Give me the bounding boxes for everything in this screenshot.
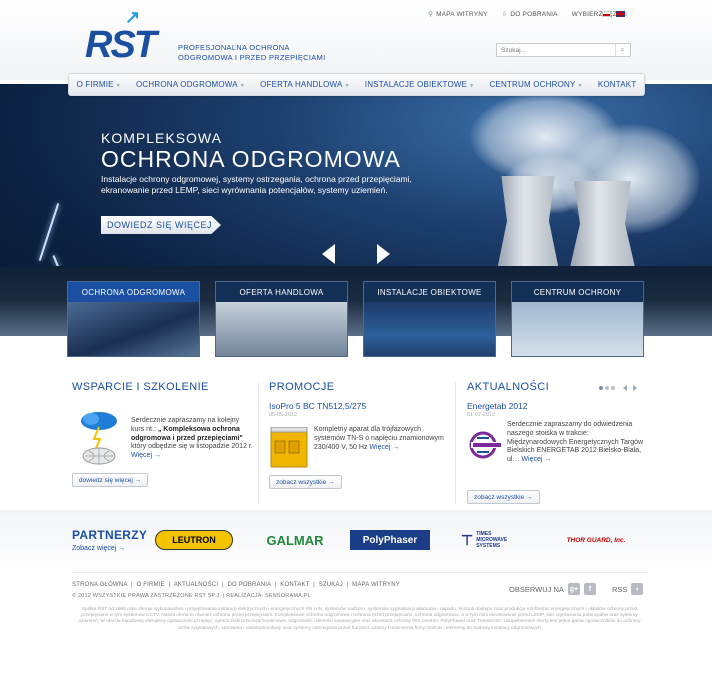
footer-link[interactable]: KONTAKT	[280, 582, 309, 588]
footer-link[interactable]: DO POBRANIA	[227, 582, 271, 588]
nav-item-ochrona-odgromowa[interactable]: OCHRONA ODGROMOWA ▼	[136, 80, 245, 89]
pager-dot[interactable]	[611, 386, 615, 390]
footer-link[interactable]: STRONA GŁÓWNA	[72, 582, 127, 588]
support-heading: WSPARCIE I SZKOLENIE	[72, 381, 209, 393]
partners-heading: PARTNERZY	[72, 528, 148, 542]
nav-item-oferta-handlowa[interactable]: OFERTA HANDLOWA ▼	[260, 80, 350, 89]
main-nav: O FIRMIE ▼ OCHRONA ODGROMOWA ▼ OFERTA HAND…	[68, 73, 645, 96]
google-plus-icon[interactable]: g+	[567, 583, 580, 595]
chevron-down-icon: ▼	[239, 83, 245, 89]
footer-divider	[72, 572, 647, 573]
nav-item-kontakt[interactable]: KONTAKT	[598, 80, 637, 89]
chevron-down-icon: ▼	[344, 83, 350, 89]
column-divider	[258, 382, 259, 504]
news-more-link[interactable]: Więcej →	[521, 456, 551, 463]
pager-dot[interactable]	[605, 386, 609, 390]
promo-section: PROMOCJE IsoPro 5 BC TN512,5/275 05-05-2…	[269, 381, 449, 489]
support-more-button[interactable]: dowiedz się więcej →	[72, 473, 149, 487]
chevron-down-icon: ▼	[577, 83, 583, 89]
language-flags	[602, 11, 625, 17]
rss-link[interactable]: RSS ◗	[612, 583, 644, 595]
lightning-bolt	[38, 203, 60, 261]
news-prev-icon[interactable]	[623, 385, 627, 391]
downloads-link[interactable]: ⇩ DO POBRANIA	[501, 10, 558, 19]
footer-links: STRONA GŁÓWNA | O FIRMIE | AKTUALNOŚCI |…	[72, 582, 400, 588]
promo-more-link[interactable]: Więcej →	[369, 444, 399, 451]
nav-item-instalacje-obiektowe[interactable]: INSTALACJE OBIEKTOWE ▼	[365, 80, 475, 89]
polish-flag-icon[interactable]	[602, 11, 611, 17]
surge-protector-icon	[270, 427, 308, 468]
footer-link[interactable]: O FIRMIE	[137, 582, 165, 588]
logo-arrow-icon: ↗	[125, 7, 141, 27]
slider-prev-icon[interactable]	[322, 244, 335, 264]
support-section: WSPARCIE I SZKOLENIE Serdecznie zaprasza…	[72, 381, 253, 493]
news-all-button[interactable]: zobacz wszystkie →	[467, 490, 540, 504]
partner-logo-times-microwave[interactable]: ⊤ TIMES MICROWAVE SYSTEMS	[461, 530, 533, 550]
download-icon: ⇩	[501, 11, 508, 18]
hero-subtitle: KOMPLEKSOWA	[101, 130, 222, 146]
promo-all-button[interactable]: zobacz wszystkie →	[269, 475, 342, 489]
copyright: © 2012 WSZYSTKIE PRAWA ZASTRZEŻONE RST S…	[72, 593, 311, 599]
storm-globe-icon	[81, 412, 117, 465]
chevron-down-icon: ▼	[469, 83, 475, 89]
sitemap-icon: ⚲	[428, 11, 434, 18]
partners-more-link[interactable]: Zobacz więcej →	[72, 545, 125, 552]
news-section: AKTUALNOŚCI Energetab 2012 01-07-2012 Se…	[467, 381, 647, 504]
utility-links: ⚲ MAPA WITRYNY ⇩ DO POBRANIA WYBIERZ JĘZYK…	[428, 10, 628, 19]
partner-logo-leutron[interactable]: LEUTRON	[155, 530, 233, 550]
footer-link[interactable]: AKTUALNOŚCI	[174, 582, 219, 588]
column-divider	[455, 382, 456, 504]
nav-item-o-firmie[interactable]: O FIRMIE ▼	[77, 80, 121, 89]
card-ochrona-odgromowa[interactable]: OCHRONA ODGROMOWA	[67, 281, 200, 357]
pager-dot[interactable]	[599, 386, 603, 390]
support-more-link[interactable]: Więcej →	[131, 452, 161, 459]
times-logo-icon: ⊤	[461, 532, 474, 548]
search-icon[interactable]: ⌕	[615, 44, 629, 56]
promo-title[interactable]: IsoPro 5 BC TN512,5/275	[269, 401, 449, 411]
logo[interactable]: RST	[85, 24, 157, 67]
search-box: ⌕	[496, 43, 631, 57]
tagline: PROFESJONALNA OCHRONA ODGROMOWA I PRZED …	[178, 43, 326, 62]
hero-title: OCHRONA ODGROMOWA	[101, 146, 401, 172]
promo-text: Kompletny aparat dla trójfazowych system…	[314, 426, 444, 451]
follow-us: OBSERWUJ NA g+ f	[509, 583, 596, 595]
card-oferta-handlowa[interactable]: OFERTA HANDLOWA	[215, 281, 348, 357]
nav-item-centrum-ochrony[interactable]: CENTRUM OCHRONY ▼	[489, 80, 582, 89]
rss-icon: ◗	[631, 583, 644, 595]
partner-logo-thor-guard[interactable]: THOR GUARD, Inc.	[560, 530, 632, 550]
card-centrum-ochrony[interactable]: CENTRUM OCHRONY	[511, 281, 644, 357]
facebook-icon[interactable]: f	[583, 583, 596, 595]
cooling-tower	[495, 176, 561, 276]
news-text: Serdecznie zapraszamy do odwiedzenia nas…	[507, 421, 644, 464]
card-image	[512, 302, 643, 356]
card-image	[68, 302, 199, 356]
partner-logo-polyphaser[interactable]: PolyPhaser	[350, 530, 430, 550]
hero-description: Instalacje ochrony odgromowej, systemy o…	[101, 174, 412, 195]
news-pager	[599, 385, 637, 391]
english-flag-icon[interactable]	[616, 11, 625, 17]
card-instalacje-obiektowe[interactable]: INSTALACJE OBIEKTOWE	[363, 281, 496, 357]
search-input[interactable]	[497, 46, 615, 54]
support-text: Serdecznie zapraszamy na kolejny kurs nt…	[131, 417, 253, 460]
chevron-down-icon: ▼	[115, 83, 121, 89]
slider-next-icon[interactable]	[377, 244, 390, 264]
learn-more-button[interactable]: DOWIEDZ SIĘ WIĘCEJ	[101, 216, 222, 234]
footer-link[interactable]: SZUKAJ	[319, 582, 343, 588]
footer-about-text: Spółka RST od 1996 roku oferuje wykonaws…	[78, 607, 641, 631]
card-image	[216, 302, 347, 356]
partner-logo-galmar[interactable]: GALMAR	[260, 530, 330, 550]
sitemap-link[interactable]: ⚲ MAPA WITRYNY	[428, 10, 488, 19]
news-title[interactable]: Energetab 2012	[467, 401, 647, 411]
category-cards: OCHRONA ODGROMOWA OFERTA HANDLOWA INSTAL…	[67, 281, 647, 357]
footer-link[interactable]: MAPA WITRYNY	[352, 582, 400, 588]
news-next-icon[interactable]	[633, 385, 637, 391]
card-image	[364, 302, 495, 356]
promo-heading: PROMOCJE	[269, 381, 335, 393]
